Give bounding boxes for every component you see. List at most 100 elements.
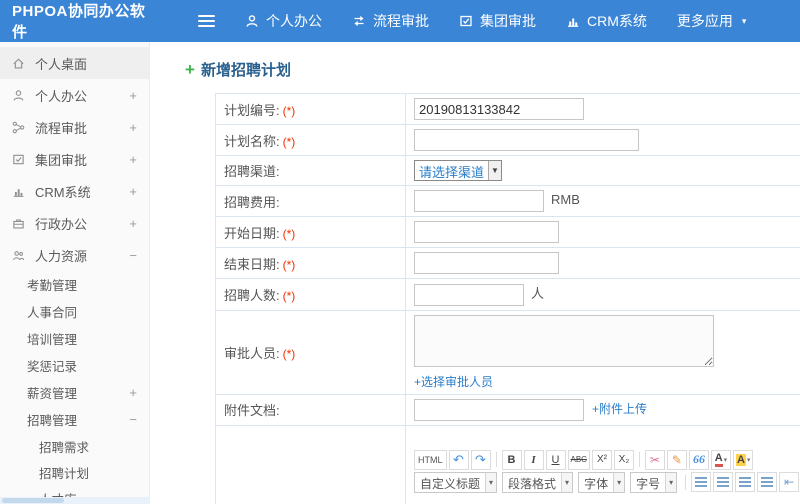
sidebar-item-training-mgmt[interactable]: 培训管理 [0,325,149,352]
briefcase-icon [12,217,27,230]
field-label: 附件文档: [224,403,280,419]
top-header: PHPOA协同办公软件 个人办公 流程审批 集团审批 CRM系统 更多应用 ▾ [0,0,800,42]
nav-group-approval[interactable]: 集团审批 [459,11,536,31]
toolbar-separator [495,452,497,468]
collapse-icon: − [129,412,137,427]
font-color-button[interactable]: A ▾ [710,449,731,470]
end-date-input[interactable] [414,252,559,274]
sidebar-horizontal-scrollbar[interactable] [0,497,150,504]
sidebar-item-recruit-mgmt[interactable]: 招聘管理 − [0,406,149,433]
user-icon [12,89,27,102]
main-content: + 新增招聘计划 计划编号:(*) 计划名称:(*) 招聘渠道: [151,42,800,504]
share-flow-icon [12,121,27,134]
nav-process-approval[interactable]: 流程审批 [352,11,429,31]
strikethrough-button[interactable]: ABC [567,449,590,470]
page-title: 新增招聘计划 [200,62,291,79]
form-row-end-date: 结束日期: (*) [215,247,800,279]
headcount-input[interactable] [414,283,524,306]
custom-title-dropdown[interactable]: 自定义标题 ▾ [414,471,498,493]
form-row-approvers: 审批人员: (*) +选择审批人员 [215,309,800,395]
bold-button[interactable]: B [501,449,522,470]
home-icon [12,57,27,70]
sidebar-item-attendance-mgmt[interactable]: 考勤管理 [0,271,149,298]
app-brand: PHPOA协同办公软件 [12,3,146,41]
font-size-dropdown[interactable]: 字号 ▾ [630,471,678,493]
sidebar-item-hr-contract[interactable]: 人事合同 [0,298,149,325]
highlight-color-button[interactable]: A ▾ [732,449,754,470]
hamburger-menu-icon[interactable] [198,15,215,27]
select-caret-icon: ▼ [488,161,501,180]
sidebar-item-recruit-demand[interactable]: 招聘需求 [0,433,149,459]
align-justify-icon[interactable] [757,472,778,493]
paragraph-format-dropdown[interactable]: 段落格式 ▾ [502,471,574,493]
nav-personal-office[interactable]: 个人办公 [245,11,322,31]
italic-button[interactable]: I [523,449,544,470]
field-label: 招聘费用: [224,194,280,210]
undo-icon[interactable]: ↶ [448,449,469,470]
sidebar-item-crm-system[interactable]: CRM系统 + [0,175,149,207]
align-center-icon[interactable] [713,472,734,493]
align-right-icon[interactable] [735,472,756,493]
bar-chart-icon [566,14,580,28]
nav-more-apps[interactable]: 更多应用 ▾ [677,11,747,31]
cut-icon[interactable]: ✂ [644,449,665,470]
required-mark: (*) [282,103,296,118]
sidebar-item-reward-records[interactable]: 奖惩记录 [0,352,149,379]
caret-down-icon: ▾ [665,472,677,492]
sidebar-item-salary-mgmt[interactable]: 薪资管理 + [0,379,149,406]
plan-number-input[interactable] [414,98,584,120]
sidebar-item-recruit-plan[interactable]: 招聘计划 [0,459,149,485]
field-label: 开始日期: [224,225,280,241]
underline-button[interactable]: U [545,449,566,470]
caret-down-icon: ▾ [613,472,625,492]
align-left-icon[interactable] [691,472,712,493]
plan-name-input[interactable] [414,129,639,151]
fee-unit-label: RMB [551,192,580,208]
add-plus-icon: + [185,60,195,79]
top-nav: 个人办公 流程审批 集团审批 CRM系统 更多应用 ▾ [245,11,746,31]
format-brush-icon[interactable]: ✎ [666,449,687,470]
sidebar-item-human-resources[interactable]: 人力资源 − [0,239,149,271]
sidebar-item-process-approval[interactable]: 流程审批 + [0,111,149,143]
html-source-button[interactable]: HTML [414,449,447,470]
required-mark: (*) [282,288,296,303]
editor-toolbar-row2: 自定义标题 ▾ 段落格式 ▾ 字体 ▾ 字号 ▾ ⇤ [414,471,800,494]
expand-icon: + [129,183,137,199]
attachment-input[interactable] [414,398,584,421]
field-label: 结束日期: [224,256,280,272]
expand-icon: + [129,385,137,400]
choose-approvers-link[interactable]: +选择审批人员 [414,373,800,390]
form-row-plan-name: 计划名称: (*) [215,124,800,156]
superscript-button[interactable]: X² [591,449,612,470]
editor-toolbar-row1: HTML ↶ ↷ B I U ABC X² X₂ ✂ ✎ 66 A ▾ A ▾ [414,449,800,471]
blockquote-button[interactable]: 66 [688,449,709,470]
form-row-channel: 招聘渠道: 请选择渠道 ▼ [215,155,800,186]
expand-icon: + [129,119,137,135]
channel-select[interactable]: 请选择渠道 ▼ [414,160,502,181]
caret-down-icon: ▾ [741,15,747,26]
start-date-input[interactable] [414,221,559,243]
sidebar-item-personal-office[interactable]: 个人办公 + [0,79,149,111]
bar-chart-icon [12,185,27,198]
subscript-button[interactable]: X₂ [613,449,634,470]
field-label: 计划编号: [224,102,280,118]
rich-text-editor: HTML ↶ ↷ B I U ABC X² X₂ ✂ ✎ 66 A▾ A▾ [405,424,800,504]
sidebar-item-admin-office[interactable]: 行政办公 + [0,207,149,239]
fee-input[interactable] [414,190,544,212]
collapse-icon: − [129,247,137,263]
attachment-upload-link[interactable]: +附件上传 [592,402,647,416]
field-label: 招聘渠道: [224,164,280,179]
font-family-dropdown[interactable]: 字体 ▾ [578,471,626,493]
field-label: 审批人员: [224,345,280,361]
form-row-attachment: 附件文档: +附件上传 [215,393,800,426]
redo-icon[interactable]: ↷ [470,449,491,470]
expand-icon: + [129,215,137,231]
sidebar-item-personal-desktop[interactable]: 个人桌面 [0,47,149,79]
sidebar-item-group-approval[interactable]: 集团审批 + [0,143,149,175]
outdent-icon[interactable]: ⇤ [779,472,800,493]
nav-crm-system[interactable]: CRM系统 [566,11,647,31]
approvers-textarea[interactable] [414,314,714,367]
required-mark: (*) [282,226,296,241]
page-title-row: + 新增招聘计划 [185,59,800,80]
required-mark: (*) [282,134,296,149]
